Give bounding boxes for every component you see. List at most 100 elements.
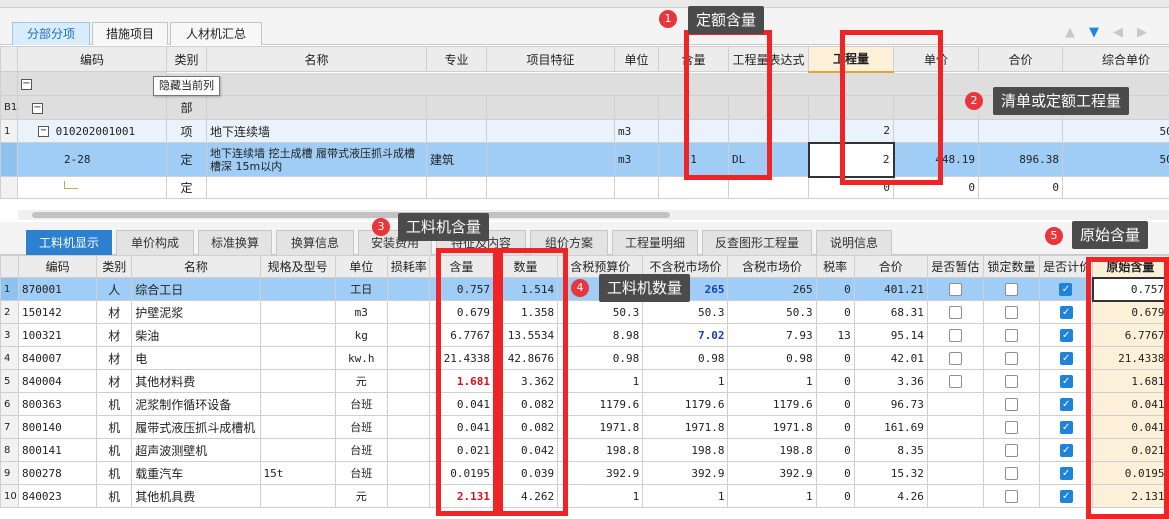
loss-rate-cell[interactable] bbox=[386, 323, 430, 347]
lock-quantity-checkbox[interactable] bbox=[1005, 444, 1019, 457]
priced-cell[interactable]: ✓ bbox=[1039, 300, 1094, 324]
col-header-tax-rate[interactable]: 税率 bbox=[815, 255, 855, 278]
tax-rate-cell[interactable]: 0 bbox=[815, 415, 855, 439]
code-cell[interactable]: 800140 bbox=[18, 415, 98, 439]
notax-market-price-cell[interactable]: 392.9 bbox=[642, 461, 729, 485]
col-header-lock-quantity[interactable]: 锁定数量 bbox=[982, 255, 1041, 278]
col-header-name[interactable]: 名称 bbox=[206, 46, 428, 72]
col-header-provisional[interactable]: 是否暂估 bbox=[926, 255, 984, 278]
comprehensive-price-cell[interactable]: 502. bbox=[1062, 142, 1169, 177]
tab-labor-material-display[interactable]: 工料机显示 bbox=[26, 230, 112, 255]
spec-cell[interactable] bbox=[259, 369, 336, 393]
lock-quantity-checkbox[interactable] bbox=[1005, 306, 1019, 319]
priced-cell[interactable]: ✓ bbox=[1039, 438, 1094, 462]
tax-budget-price-cell[interactable]: 8.98 bbox=[557, 323, 644, 347]
code-cell[interactable]: 100321 bbox=[18, 323, 98, 347]
loss-rate-cell[interactable] bbox=[386, 415, 430, 439]
major-cell[interactable] bbox=[426, 119, 488, 143]
unit-cell[interactable]: m3 bbox=[614, 142, 660, 177]
col-header-name[interactable]: 名称 bbox=[131, 255, 261, 278]
lock-quantity-checkbox[interactable] bbox=[1005, 352, 1019, 365]
col-header-features[interactable]: 项目特征 bbox=[486, 46, 616, 72]
tab-description[interactable]: 说明信息 bbox=[816, 230, 892, 255]
lock-quantity-cell[interactable] bbox=[982, 438, 1041, 462]
table-row[interactable]: 6 800363 机泥浆制作循环设备 台班 0.041 0.082 1179.6 1179.6… bbox=[0, 392, 1169, 416]
name-cell[interactable]: 地下连续墙 bbox=[206, 119, 428, 143]
total-cell[interactable]: 8.35 bbox=[853, 438, 928, 462]
unit-cell[interactable]: 元 bbox=[334, 369, 388, 393]
tab-price-composition[interactable]: 单价构成 bbox=[116, 230, 194, 255]
loss-rate-cell[interactable] bbox=[386, 461, 430, 485]
provisional-cell[interactable] bbox=[926, 277, 984, 301]
lock-quantity-checkbox[interactable] bbox=[1005, 467, 1019, 480]
tax-budget-price-cell[interactable]: 392.9 bbox=[557, 461, 644, 485]
spec-cell[interactable] bbox=[259, 438, 336, 462]
type-cell[interactable]: 材 bbox=[96, 323, 133, 347]
table-row[interactable]: 1 − 010202001001 项 地下连续墙 m3 2 502. bbox=[0, 119, 1169, 143]
lock-quantity-cell[interactable] bbox=[982, 461, 1041, 485]
type-cell[interactable]: 材 bbox=[96, 346, 133, 370]
priced-cell[interactable]: ✓ bbox=[1039, 392, 1094, 416]
tax-rate-cell[interactable]: 13 bbox=[815, 323, 855, 347]
unit-cell[interactable]: 工日 bbox=[334, 277, 388, 301]
horizontal-scrollbar[interactable] bbox=[18, 210, 1169, 220]
provisional-checkbox[interactable] bbox=[948, 352, 962, 365]
loss-rate-cell[interactable] bbox=[386, 346, 430, 370]
code-cell[interactable]: 840007 bbox=[18, 346, 98, 370]
arrow-left-icon[interactable]: ◀ bbox=[1108, 24, 1128, 42]
tax-rate-cell[interactable]: 0 bbox=[815, 438, 855, 462]
total-cell[interactable]: 161.69 bbox=[853, 415, 928, 439]
tax-budget-price-cell[interactable]: 1179.6 bbox=[557, 392, 644, 416]
lock-quantity-checkbox[interactable] bbox=[1005, 329, 1019, 342]
lock-quantity-checkbox[interactable] bbox=[1005, 398, 1019, 411]
table-row[interactable]: 8 800141 机超声波测壁机 台班 0.021 0.042 198.8 198.8 198.… bbox=[0, 438, 1169, 462]
name-cell[interactable]: 超声波测壁机 bbox=[131, 438, 261, 462]
table-row[interactable]: 7 800140 机履带式液压抓斗成槽机 台班 0.041 0.082 1971.8 1971… bbox=[0, 415, 1169, 439]
spec-cell[interactable] bbox=[259, 323, 336, 347]
code-cell[interactable]: 840023 bbox=[18, 484, 98, 508]
loss-rate-cell[interactable] bbox=[386, 369, 430, 393]
tax-rate-cell[interactable]: 0 bbox=[815, 484, 855, 508]
provisional-cell[interactable] bbox=[926, 438, 984, 462]
tab-section-items[interactable]: 分部分项 bbox=[12, 22, 90, 45]
col-header-type[interactable]: 类别 bbox=[96, 255, 133, 278]
code-cell[interactable]: 800363 bbox=[18, 392, 98, 416]
total-cell[interactable]: 95.14 bbox=[853, 323, 928, 347]
lock-quantity-cell[interactable] bbox=[982, 415, 1041, 439]
col-header-spec[interactable]: 规格及型号 bbox=[259, 255, 336, 278]
loss-rate-cell[interactable] bbox=[386, 438, 430, 462]
type-cell[interactable]: 材 bbox=[96, 369, 133, 393]
priced-checkbox[interactable]: ✓ bbox=[1059, 283, 1073, 296]
provisional-cell[interactable] bbox=[926, 415, 984, 439]
col-header-comprehensive-price[interactable]: 综合单价 bbox=[1062, 46, 1169, 72]
collapse-icon[interactable]: − bbox=[21, 78, 32, 90]
tax-market-price-cell[interactable]: 1 bbox=[727, 369, 817, 393]
type-cell[interactable]: 机 bbox=[96, 438, 133, 462]
comprehensive-price-cell[interactable]: 502. bbox=[1062, 119, 1169, 143]
tab-quantity-detail[interactable]: 工程量明细 bbox=[612, 230, 698, 255]
table-row[interactable]: 10 840023 机其他机具费元 2.131 4.262 1 1 1 0 4.26 ✓ 2.131 bbox=[0, 484, 1169, 508]
tax-market-price-cell[interactable]: 50.3 bbox=[727, 300, 817, 324]
spec-cell[interactable] bbox=[259, 346, 336, 370]
provisional-cell[interactable] bbox=[926, 484, 984, 508]
notax-market-price-cell[interactable]: 1971.8 bbox=[642, 415, 729, 439]
unit-cell[interactable]: kw.h bbox=[334, 346, 388, 370]
lock-quantity-cell[interactable] bbox=[982, 369, 1041, 393]
notax-market-price-cell[interactable]: 1179.6 bbox=[642, 392, 729, 416]
priced-checkbox[interactable]: ✓ bbox=[1059, 352, 1073, 365]
tab-reverse-graphic-quantity[interactable]: 反查图形工程量 bbox=[702, 230, 812, 255]
tab-labor-material-summary[interactable]: 人材机汇总 bbox=[170, 22, 262, 45]
total-cell[interactable]: 68.31 bbox=[853, 300, 928, 324]
loss-rate-cell[interactable] bbox=[386, 392, 430, 416]
priced-checkbox[interactable]: ✓ bbox=[1059, 329, 1073, 342]
tax-rate-cell[interactable]: 0 bbox=[815, 346, 855, 370]
provisional-cell[interactable] bbox=[926, 392, 984, 416]
priced-cell[interactable]: ✓ bbox=[1039, 323, 1094, 347]
priced-checkbox[interactable]: ✓ bbox=[1059, 490, 1073, 503]
lock-quantity-cell[interactable] bbox=[982, 277, 1041, 301]
table-row-selected[interactable]: 2-28 定 地下连续墙 挖土成槽 履带式液压抓斗成槽 槽深 15m以内 建筑 … bbox=[0, 141, 1169, 178]
tax-market-price-cell[interactable]: 1 bbox=[727, 484, 817, 508]
lock-quantity-cell[interactable] bbox=[982, 346, 1041, 370]
col-header-priced[interactable]: 是否计价 bbox=[1039, 255, 1094, 278]
priced-checkbox[interactable]: ✓ bbox=[1059, 444, 1073, 457]
